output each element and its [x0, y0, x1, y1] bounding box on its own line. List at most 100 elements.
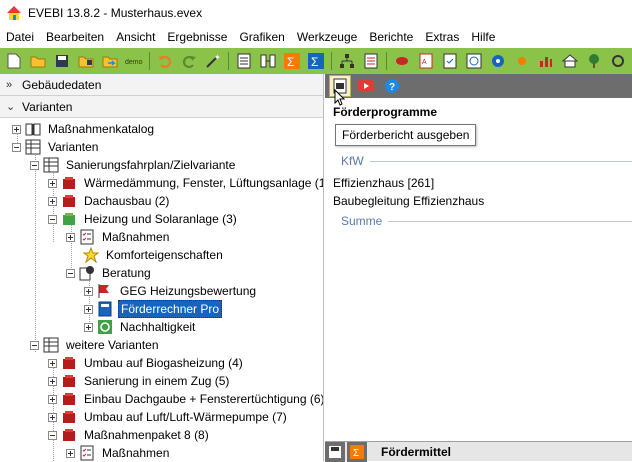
collapse-icon[interactable] [30, 340, 39, 350]
tree-item-komforteigenschaften[interactable]: Komforteigenschaften [79, 246, 225, 264]
menu-hilfe[interactable]: Hilfe [465, 26, 501, 48]
sum-blue-icon[interactable]: Σ [306, 51, 326, 71]
tree-item-massnahmenkatalog[interactable]: Maßnahmenkatalog [12, 120, 156, 138]
left-pane: » Gebäudedaten ⌄ Varianten Maßnahmenkata… [0, 74, 324, 461]
tree-item-nachhaltigkeit[interactable]: Nachhaltigkeit [84, 318, 197, 336]
export-folder-icon[interactable] [100, 51, 120, 71]
expand-icon[interactable] [48, 376, 57, 386]
pdf-icon[interactable]: A [416, 51, 436, 71]
tree-item-geg[interactable]: GEG Heizungsbewertung [84, 282, 258, 300]
menu-ergebnisse[interactable]: Ergebnisse [161, 26, 233, 48]
globe-icon[interactable] [488, 51, 508, 71]
foerdermittel-bar[interactable]: Σ Fördermittel [325, 441, 632, 462]
file-check-icon[interactable] [440, 51, 460, 71]
kfw-label: KfW [341, 154, 364, 168]
menu-extras[interactable]: Extras [419, 26, 465, 48]
save-icon[interactable] [325, 441, 345, 462]
tree-item-paket8[interactable]: Maßnahmenpaket 8 (8) [48, 426, 211, 444]
video-button[interactable] [355, 75, 377, 97]
dashboard-icon[interactable] [464, 51, 484, 71]
menu-ansicht[interactable]: Ansicht [110, 26, 161, 48]
tree-label: Maßnahmenpaket 8 (8) [84, 428, 209, 442]
menu-werkzeuge[interactable]: Werkzeuge [291, 26, 363, 48]
collapse-icon[interactable] [48, 430, 57, 440]
tree-item-foerderrechner[interactable]: Förderrechner Pro [84, 300, 223, 318]
svg-text:A: A [422, 59, 427, 66]
help-icon: ? [385, 79, 399, 93]
tree-label: Maßnahmen [102, 446, 170, 460]
expand-icon[interactable] [84, 286, 93, 296]
collapse-icon[interactable] [12, 142, 21, 152]
tree-item-massnahmen[interactable]: Maßnahmen [66, 228, 171, 246]
tree-item-luft-waermepumpe[interactable]: Umbau auf Luft/Luft-Wärmepumpe (7) [48, 408, 289, 426]
expand-icon[interactable] [66, 448, 75, 458]
varianten-header-label: Varianten [22, 99, 73, 114]
title-bar: EVEBI 13.8.2 - Musterhaus.evex [0, 0, 632, 26]
collapse-icon[interactable] [30, 160, 39, 170]
gear-icon[interactable] [608, 51, 628, 71]
expand-icon[interactable] [48, 394, 57, 404]
menu-bearbeiten[interactable]: Bearbeiten [40, 26, 110, 48]
house-icon[interactable] [560, 51, 580, 71]
tree-item-heizung-solar[interactable]: Heizung und Solaranlage (3) [48, 210, 239, 228]
svg-text:Σ: Σ [353, 448, 359, 459]
tree-item-biogas[interactable]: Umbau auf Biogasheizung (4) [48, 354, 245, 372]
tree-label: Maßnahmenkatalog [48, 122, 155, 136]
save-icon[interactable] [52, 51, 72, 71]
tree-label: Nachhaltigkeit [120, 320, 196, 334]
tree-item-varianten[interactable]: Varianten [12, 138, 100, 156]
open-folder-icon[interactable] [28, 51, 48, 71]
app-house-icon [7, 6, 21, 20]
lung-icon[interactable] [392, 51, 412, 71]
document-icon[interactable] [234, 51, 254, 71]
expand-icon[interactable] [84, 304, 93, 314]
collapse-icon[interactable] [66, 268, 75, 278]
expand-icon[interactable] [48, 178, 57, 188]
tree-item-dachausbau[interactable]: Dachausbau (2) [48, 192, 171, 210]
undo-icon[interactable] [155, 51, 175, 71]
tree-label: Umbau auf Luft/Luft-Wärmepumpe (7) [84, 410, 287, 424]
tree-item-sanierungsfahrplan[interactable]: Sanierungsfahrplan/Zielvariante [30, 156, 237, 174]
demo-icon[interactable]: demo [124, 51, 144, 71]
varianten-header[interactable]: ⌄ Varianten [0, 96, 323, 118]
window-title: EVEBI 13.8.2 - Musterhaus.evex [28, 6, 203, 20]
expand-icon[interactable] [48, 196, 57, 206]
gebaeudedaten-header[interactable]: » Gebäudedaten [0, 74, 323, 96]
star-icon [83, 247, 99, 263]
collapse-icon[interactable] [48, 214, 57, 224]
wizard-icon[interactable]: ✦ [203, 51, 223, 71]
redo-icon[interactable] [179, 51, 199, 71]
expand-icon[interactable] [84, 322, 93, 332]
chart-icon[interactable] [536, 51, 556, 71]
save-folder-icon[interactable] [76, 51, 96, 71]
tree-item-dachgaube[interactable]: Einbau Dachgaube + Fensterertüchtigung (… [48, 390, 323, 408]
hierarchy-icon[interactable] [337, 51, 357, 71]
tree-item-beratung[interactable]: Beratung [66, 264, 153, 282]
sum-orange-icon[interactable]: Σ [282, 51, 302, 71]
tree-item-sanierung-zug[interactable]: Sanierung in einem Zug (5) [48, 372, 231, 390]
menu-datei[interactable]: Datei [0, 26, 40, 48]
tree-item-weitere-varianten[interactable]: weitere Varianten [30, 336, 161, 354]
tree-item-massnahmen-2[interactable]: Maßnahmen [66, 444, 171, 461]
summe-group-header: Summe [341, 214, 632, 228]
tree-label: Dachausbau (2) [84, 194, 170, 208]
tree-label: Sanierung in einem Zug (5) [84, 374, 230, 388]
tree-item-waermedaemmung[interactable]: Wärmedämmung, Fenster, Lüftungsanlage (1… [48, 174, 323, 192]
tree-label-selected: Förderrechner Pro [118, 300, 223, 318]
expand-icon[interactable] [48, 412, 57, 422]
expand-icon[interactable] [66, 232, 75, 242]
tree-icon[interactable] [584, 51, 604, 71]
expand-icon[interactable] [48, 358, 57, 368]
sun-icon[interactable] [512, 51, 532, 71]
expand-icon[interactable] [12, 124, 21, 134]
menu-grafiken[interactable]: Grafiken [233, 26, 290, 48]
menu-berichte[interactable]: Berichte [363, 26, 419, 48]
help-button[interactable]: ? [381, 75, 403, 97]
new-file-icon[interactable] [4, 51, 24, 71]
list-icon[interactable] [361, 51, 381, 71]
main-toolbar: demo ✦ Σ Σ A [0, 48, 632, 74]
compare-icon[interactable] [258, 51, 278, 71]
summe-label: Summe [341, 214, 383, 228]
gebaeudedaten-label: Gebäudedaten [22, 77, 102, 92]
sum-orange-icon[interactable]: Σ [347, 441, 367, 462]
